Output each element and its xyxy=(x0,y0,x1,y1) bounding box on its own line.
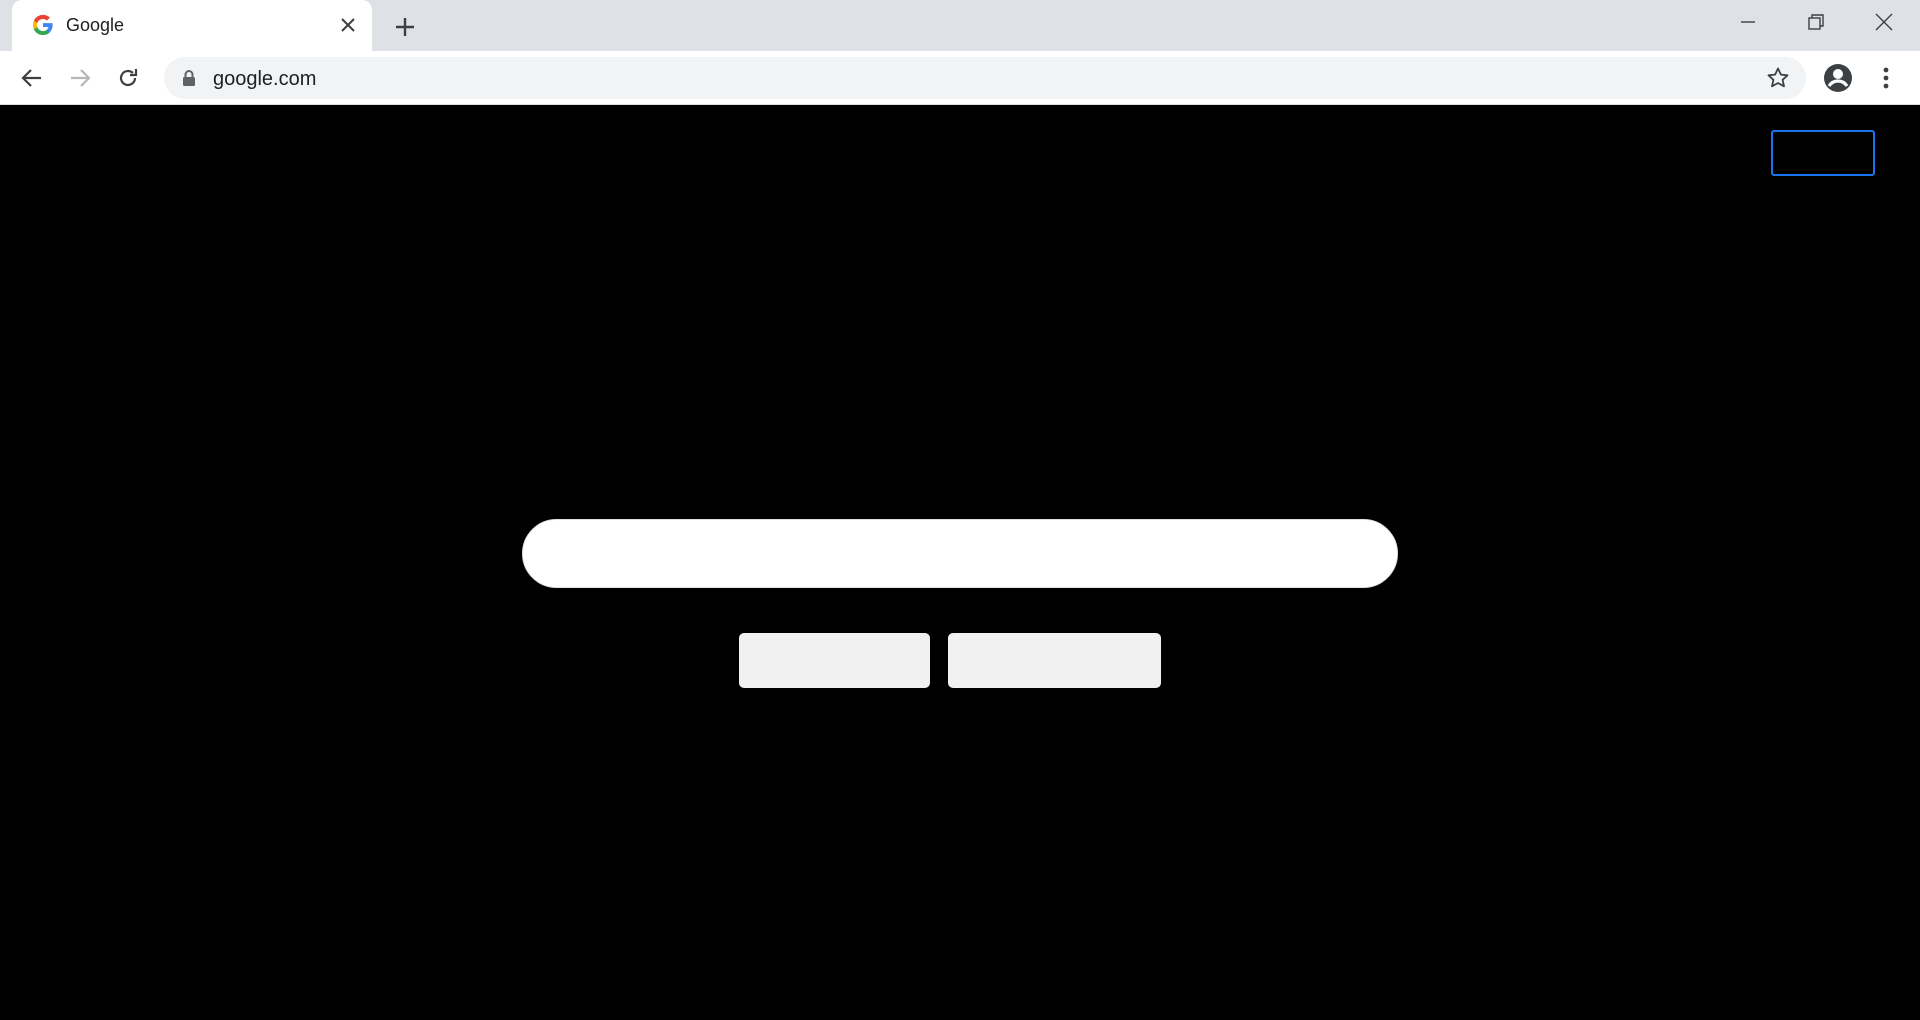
minimize-icon[interactable] xyxy=(1716,0,1780,44)
close-icon[interactable] xyxy=(1852,0,1916,44)
tab-strip: Google xyxy=(0,0,1920,51)
url-text[interactable]: google.com xyxy=(213,68,316,90)
back-arrow-icon[interactable] xyxy=(14,60,50,96)
browser-toolbar: google.com xyxy=(0,51,1920,105)
plus-icon[interactable] xyxy=(390,12,420,42)
restore-icon[interactable] xyxy=(1784,0,1848,44)
feeling-lucky-button[interactable] xyxy=(948,633,1161,688)
tab-title: Google xyxy=(66,15,125,35)
forward-arrow-icon[interactable] xyxy=(62,60,98,96)
search-input[interactable] xyxy=(523,520,1397,587)
browser-tab[interactable]: Google xyxy=(12,0,372,51)
account-circle-icon[interactable] xyxy=(1820,60,1856,96)
more-vert-icon[interactable] xyxy=(1868,60,1904,96)
google-g-icon xyxy=(32,14,53,36)
page-content xyxy=(0,106,1920,1020)
address-bar[interactable]: google.com xyxy=(164,57,1806,99)
google-search-button[interactable] xyxy=(739,633,930,688)
reload-icon[interactable] xyxy=(110,60,146,96)
star-icon[interactable] xyxy=(1766,66,1790,90)
sign-in-button[interactable] xyxy=(1771,130,1875,176)
lock-icon xyxy=(183,70,195,86)
close-icon[interactable] xyxy=(336,13,360,37)
search-box[interactable] xyxy=(522,519,1398,588)
